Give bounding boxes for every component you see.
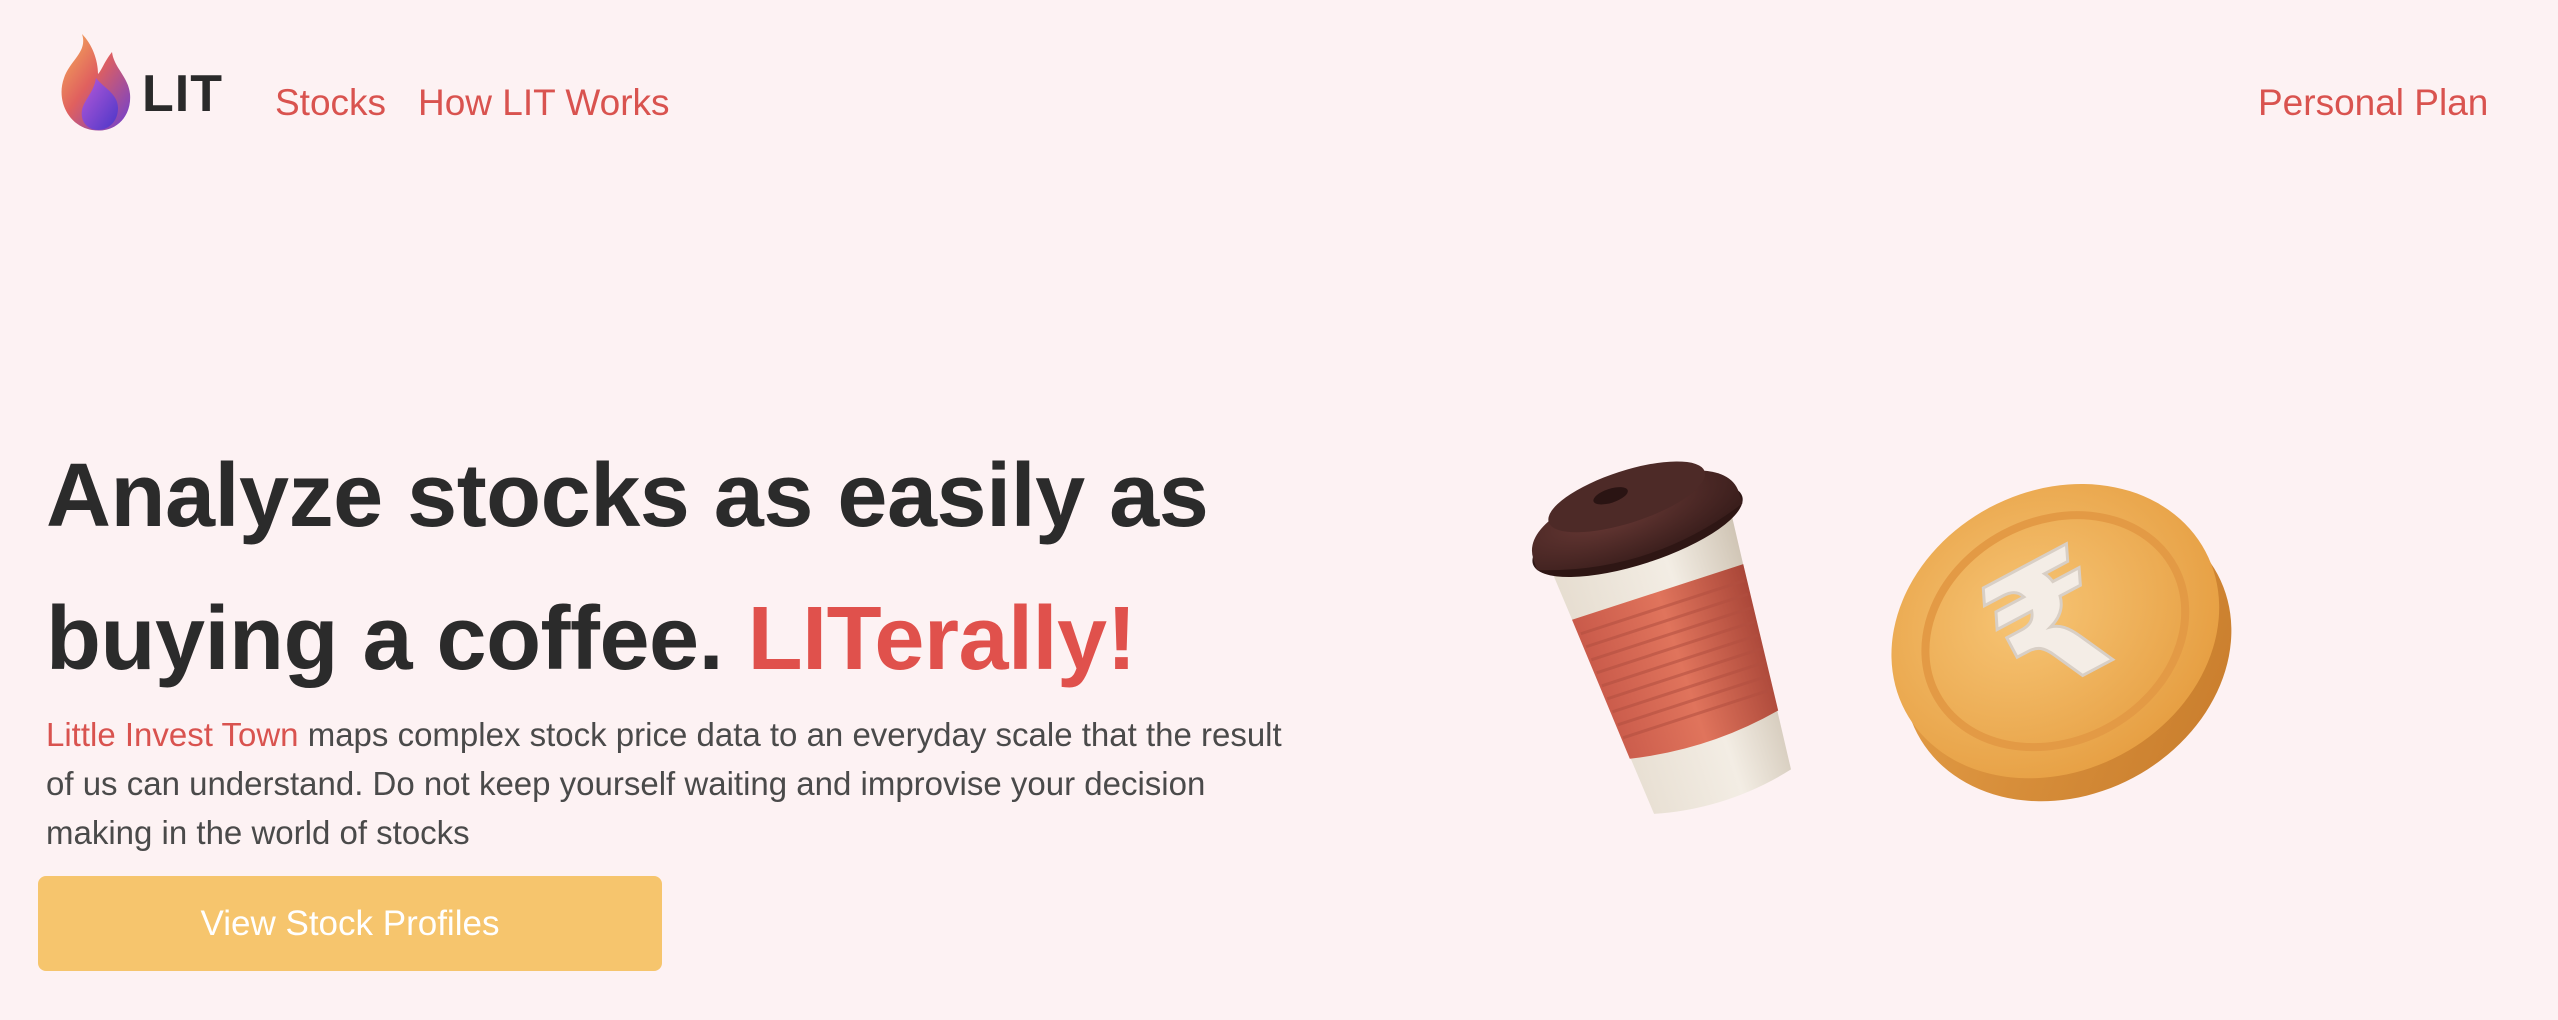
nav-link-personal-plan[interactable]: Personal Plan [2258,84,2488,121]
logo-text: LIT [142,65,223,123]
logo-link[interactable]: LIT [52,30,223,138]
coffee-cup-icon [1532,461,1792,814]
flame-logo-icon [61,34,131,131]
nav-link-stocks[interactable]: Stocks [275,84,386,121]
hero-description: Little Invest Town maps complex stock pr… [46,710,1286,857]
headline-accent: LITerally! [747,589,1137,689]
hero-headline: Analyze stocks as easily as buying a cof… [46,425,1209,711]
headline-line-1: Analyze stocks as easily as [46,446,1209,546]
hero-illustration: ₹ [1532,461,2232,814]
brand-name: Little Invest Town [46,716,299,753]
landing-page: LIT Stocks How LIT Works Personal Plan A… [0,0,2558,1020]
headline-line-2: buying a coffee. [46,589,724,689]
nav-link-how-lit-works[interactable]: How LIT Works [418,84,670,121]
top-navigation: LIT Stocks How LIT Works Personal Plan [0,0,2558,215]
rupee-coin-icon: ₹ [1891,484,2232,802]
view-stock-profiles-button[interactable]: View Stock Profiles [38,876,662,971]
